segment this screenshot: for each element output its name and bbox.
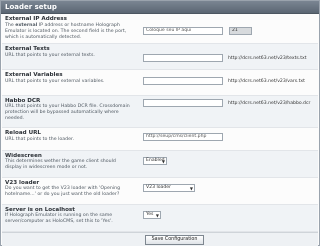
setting-description: URL that points to your external variabl…	[5, 79, 105, 84]
setting-label: External Variables	[5, 72, 63, 78]
panel-titlebar: Loader setup	[1, 1, 319, 14]
port-input[interactable]: 21	[229, 27, 252, 35]
external-variables-hint: http://dcrs.net63.net/v23/vars.txt	[228, 79, 305, 84]
widescreen-select[interactable]: Enabled ▼	[143, 157, 167, 165]
setting-description: If Holograph Emulator is running on the …	[5, 213, 113, 224]
habbo-dcr-input[interactable]	[143, 99, 223, 107]
chevron-down-icon: ▼	[189, 186, 193, 191]
setting-label: Reload URL	[5, 130, 42, 136]
habbo-dcr-hint: http://dcrs.net63.net/v23/habbo.dcr	[228, 101, 311, 106]
setting-description: URL that points to your external texts.	[5, 53, 95, 58]
panel-footer: Save Configuration	[2, 232, 318, 246]
setting-description: This determines wether the game client s…	[5, 159, 116, 170]
panel-title: Loader setup	[5, 3, 57, 11]
setting-description: The external IP address or hostname Holo…	[5, 23, 127, 40]
external-texts-hint: http://dcrs.net63.net/v23/texts.txt	[228, 56, 307, 61]
chevron-down-icon: ▼	[161, 159, 165, 164]
setting-label: External IP Address	[5, 16, 67, 22]
setting-row-widescreen: Widescreen This determines wether the ga…	[2, 151, 318, 178]
setting-description: Do you want to get the V23 loader with '…	[5, 186, 121, 197]
external-variables-input[interactable]	[143, 77, 223, 85]
setting-row-v23-loader: V23 loader Do you want to get the V23 lo…	[2, 178, 318, 205]
setting-row-external-ip: External IP Address The external IP addr…	[2, 14, 318, 44]
setting-row-external-variables: External Variables URL that points to yo…	[2, 70, 318, 96]
setting-label: External Texts	[5, 46, 50, 52]
chevron-down-icon: ▼	[155, 213, 159, 218]
external-texts-input[interactable]	[143, 54, 223, 62]
reload-url-input[interactable]: http://seup/cms/client.php	[143, 133, 223, 141]
setting-row-habbo-dcr: Habbo DCR URL that points to your Habbo …	[2, 96, 318, 128]
v23-loader-select[interactable]: V23 loader ▼	[143, 184, 195, 192]
save-configuration-button[interactable]: Save Configuration	[145, 235, 204, 245]
setting-row-reload-url: Reload URL URL that points to the loader…	[2, 128, 318, 151]
loader-setup-panel: Loader setup External IP Address The ext…	[0, 0, 320, 246]
setting-row-external-texts: External Texts URL that points to your e…	[2, 44, 318, 70]
localhost-select[interactable]: Yes ▼	[143, 211, 161, 219]
setting-description: URL that points to the loader.	[5, 137, 74, 142]
setting-description: URL that points to your Habbo DCR file. …	[5, 104, 130, 121]
setting-row-localhost: Server is on Localhost If Holograph Emul…	[2, 205, 318, 232]
external-ip-input[interactable]: Coloque seu IP aqui	[143, 27, 223, 35]
